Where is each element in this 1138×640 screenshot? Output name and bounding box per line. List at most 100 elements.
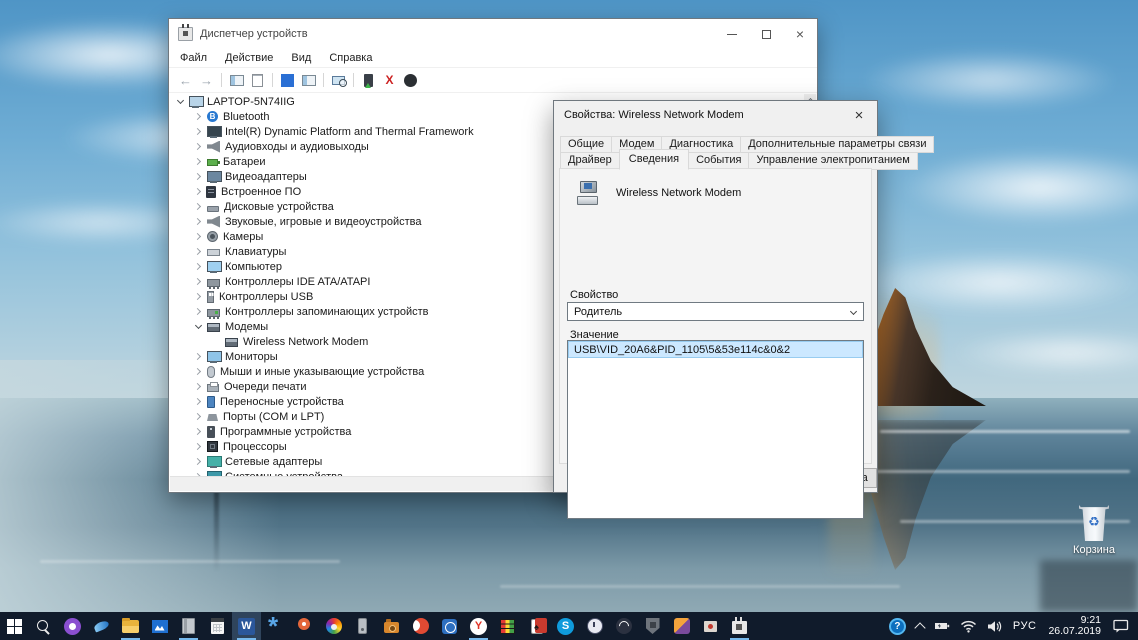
chevron-collapsed-icon[interactable] <box>192 200 205 213</box>
taskbar-clock-app-icon[interactable] <box>580 612 609 640</box>
tree-item-label: Видеоадаптеры <box>225 171 307 183</box>
uninstall-device-icon[interactable] <box>380 72 399 89</box>
back-icon[interactable] <box>176 72 195 89</box>
property-dropdown-value: Родитель <box>574 306 622 318</box>
taskbar-ccleaner-icon[interactable] <box>406 612 435 640</box>
modem-device-icon <box>576 181 602 205</box>
chevron-collapsed-icon[interactable] <box>192 230 205 243</box>
disable-device-icon[interactable] <box>401 72 420 89</box>
chevron-collapsed-icon[interactable] <box>192 110 205 123</box>
help-tray-icon[interactable]: ? <box>884 612 911 640</box>
language-indicator[interactable]: РУС <box>1008 612 1042 640</box>
recycle-bin[interactable]: ♻ Корзина <box>1068 505 1120 556</box>
notebook-icon <box>182 618 195 634</box>
chevron-collapsed-icon[interactable] <box>192 245 205 258</box>
volume-icon[interactable] <box>982 612 1008 640</box>
item-panes-icon[interactable] <box>299 72 318 89</box>
taskbar-paint-palette-icon[interactable] <box>319 612 348 640</box>
taskbar-game-app-icon[interactable] <box>667 612 696 640</box>
taskbar-word-icon[interactable] <box>232 612 261 640</box>
wifi-icon[interactable] <box>955 612 982 640</box>
taskbar-speed-gauge-icon[interactable] <box>609 612 638 640</box>
chevron-collapsed-icon[interactable] <box>192 410 205 423</box>
taskbar-calculator-icon[interactable] <box>203 612 232 640</box>
chevron-collapsed-icon[interactable] <box>192 125 205 138</box>
taskbar-timer-app-icon[interactable] <box>435 612 464 640</box>
chevron-collapsed-icon[interactable] <box>192 290 205 303</box>
taskbar-solitaire-icon[interactable] <box>522 612 551 640</box>
taskbar-photos-icon[interactable] <box>145 612 174 640</box>
chevron-collapsed-icon[interactable] <box>192 140 205 153</box>
chevron-collapsed-icon[interactable] <box>192 455 205 468</box>
chevron-collapsed-icon[interactable] <box>192 275 205 288</box>
tab-дополнительные-параметры-связи[interactable]: Дополнительные параметры связи <box>740 136 934 153</box>
chevron-collapsed-icon[interactable] <box>192 260 205 273</box>
chevron-collapsed-icon[interactable] <box>192 170 205 183</box>
battery-icon[interactable] <box>929 612 955 640</box>
menu-item-вид[interactable]: Вид <box>282 52 320 64</box>
tray-overflow-chevron-icon[interactable] <box>911 612 929 640</box>
tree-item-label: Программные устройства <box>220 426 351 438</box>
minimize-button[interactable] <box>715 20 749 49</box>
dialog-close-icon[interactable]: × <box>841 102 877 129</box>
chevron-collapsed-icon[interactable] <box>192 380 205 393</box>
tab-общие[interactable]: Общие <box>560 136 612 153</box>
wave-foam <box>880 430 1130 433</box>
property-dropdown[interactable]: Родитель <box>567 302 864 321</box>
value-listbox[interactable]: USB\VID_20A6&PID_1105\5&53e114c&0&2 <box>567 340 864 519</box>
taskbar-device-manager-icon[interactable] <box>725 612 754 640</box>
maps-pin-icon <box>298 618 311 634</box>
chevron-collapsed-icon[interactable] <box>192 440 205 453</box>
taskbar-snowflake-icon[interactable] <box>261 612 290 640</box>
value-list-item[interactable]: USB\VID_20A6&PID_1105\5&53e114c&0&2 <box>568 341 863 358</box>
scan-hardware-changes-icon[interactable] <box>329 72 348 89</box>
chevron-collapsed-icon[interactable] <box>192 365 205 378</box>
help-icon[interactable] <box>278 72 297 89</box>
device-manager-titlebar[interactable]: Диспетчер устройств × <box>169 19 817 49</box>
menu-item-файл[interactable]: Файл <box>171 52 216 64</box>
wave-foam <box>500 585 900 588</box>
close-button[interactable]: × <box>783 20 817 49</box>
speed-gauge-icon <box>616 618 632 634</box>
taskbar-phone-device-icon[interactable] <box>348 612 377 640</box>
tab-сведения[interactable]: Сведения <box>619 149 689 170</box>
chevron-expanded-icon[interactable] <box>192 320 205 333</box>
computer-icon <box>189 96 202 108</box>
taskbar-clock[interactable]: 9:21 26.07.2019 <box>1041 615 1108 638</box>
taskbar-start-button[interactable] <box>0 612 29 640</box>
console-window-icon[interactable] <box>227 72 246 89</box>
tree-item-label: Процессоры <box>223 441 287 453</box>
taskbar-browser-swoosh-icon[interactable] <box>87 612 116 640</box>
tree-item-label: Дисковые устройства <box>224 201 334 213</box>
taskbar-file-explorer-icon[interactable] <box>116 612 145 640</box>
taskbar-search-button[interactable] <box>29 612 58 640</box>
printer-icon <box>207 384 219 392</box>
property-label: Свойство <box>570 289 618 301</box>
chevron-collapsed-icon[interactable] <box>192 305 205 318</box>
menu-item-действие[interactable]: Действие <box>216 52 282 64</box>
forward-icon[interactable] <box>197 72 216 89</box>
taskbar-notebook-icon[interactable] <box>174 612 203 640</box>
chevron-collapsed-icon[interactable] <box>192 155 205 168</box>
chevron-collapsed-icon[interactable] <box>192 185 205 198</box>
taskbar-camera-app-icon[interactable] <box>377 612 406 640</box>
chevron-collapsed-icon[interactable] <box>192 425 205 438</box>
menu-item-справка[interactable]: Справка <box>320 52 381 64</box>
update-driver-icon[interactable] <box>359 72 378 89</box>
taskbar-cortana-circle-icon[interactable] <box>58 612 87 640</box>
storage-controller-icon <box>207 309 220 317</box>
maximize-button[interactable] <box>749 20 783 49</box>
export-list-icon[interactable] <box>248 72 267 89</box>
chevron-expanded-icon[interactable] <box>174 95 187 108</box>
taskbar-rubik-cube-icon[interactable] <box>493 612 522 640</box>
dialog-titlebar[interactable]: Свойства: Wireless Network Modem × <box>554 101 877 129</box>
taskbar-yandex-browser-icon[interactable] <box>464 612 493 640</box>
taskbar-utility-app-icon[interactable] <box>696 612 725 640</box>
chevron-collapsed-icon[interactable] <box>192 350 205 363</box>
action-center-icon[interactable] <box>1108 612 1134 640</box>
taskbar-tank-game-icon[interactable] <box>638 612 667 640</box>
taskbar-skype-icon[interactable] <box>551 612 580 640</box>
chevron-collapsed-icon[interactable] <box>192 215 205 228</box>
chevron-collapsed-icon[interactable] <box>192 395 205 408</box>
taskbar-maps-pin-icon[interactable] <box>290 612 319 640</box>
